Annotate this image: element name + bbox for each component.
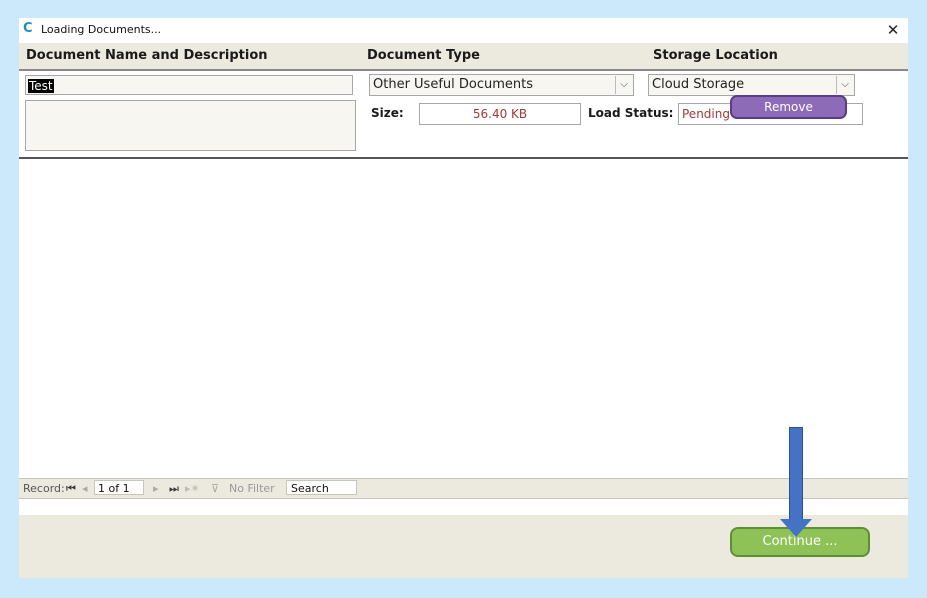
document-name-field[interactable]: Test — [25, 75, 353, 95]
last-record-icon[interactable]: ⏭ — [169, 482, 179, 496]
close-icon[interactable]: ✕ — [884, 20, 902, 40]
load-status-label: Load Status: — [588, 106, 674, 120]
filter-icon[interactable]: ⊽ — [211, 482, 219, 495]
column-header-row: Document Name and Description Document T… — [19, 43, 908, 71]
header-storage-location: Storage Location — [653, 48, 778, 63]
document-type-value: Other Useful Documents — [373, 77, 534, 92]
dialog-footer: Continue ... — [19, 515, 908, 578]
chevron-down-icon[interactable]: ⌵ — [836, 76, 853, 94]
title-bar: C Loading Documents... ✕ — [19, 18, 908, 42]
filter-toggle[interactable]: No Filter — [229, 482, 275, 495]
previous-record-icon[interactable]: ◂ — [82, 482, 88, 495]
new-record-icon[interactable]: ▸✶ — [185, 482, 200, 495]
storage-location-value: Cloud Storage — [652, 77, 745, 92]
down-arrow-icon — [789, 427, 803, 521]
app-logo-icon: C — [23, 21, 33, 36]
window-title: Loading Documents... — [41, 23, 162, 36]
record-label: Record: — [23, 482, 65, 495]
record-navigator: Record: ⏮ ◂ 1 of 1 ▸ ⏭ ▸✶ ⊽ No Filter Se… — [19, 478, 908, 499]
search-input[interactable]: Search — [286, 480, 357, 495]
size-label: Size: — [371, 106, 404, 120]
loading-documents-dialog: C Loading Documents... ✕ Document Name a… — [19, 18, 908, 578]
size-value: 56.40 KB — [419, 103, 581, 125]
storage-location-select[interactable]: Cloud Storage ⌵ — [648, 74, 855, 96]
document-description-field[interactable] — [25, 100, 356, 151]
chevron-down-icon[interactable]: ⌵ — [615, 76, 632, 94]
document-name-value: Test — [28, 79, 54, 93]
remove-button[interactable]: Remove — [730, 95, 847, 119]
first-record-icon[interactable]: ⏮ — [66, 482, 76, 496]
header-document-type: Document Type — [367, 48, 480, 63]
next-record-icon[interactable]: ▸ — [153, 482, 159, 495]
document-type-select[interactable]: Other Useful Documents ⌵ — [369, 74, 634, 96]
header-name-description: Document Name and Description — [26, 48, 268, 63]
current-record-field[interactable]: 1 of 1 — [94, 480, 144, 495]
down-arrow-head — [780, 519, 812, 537]
